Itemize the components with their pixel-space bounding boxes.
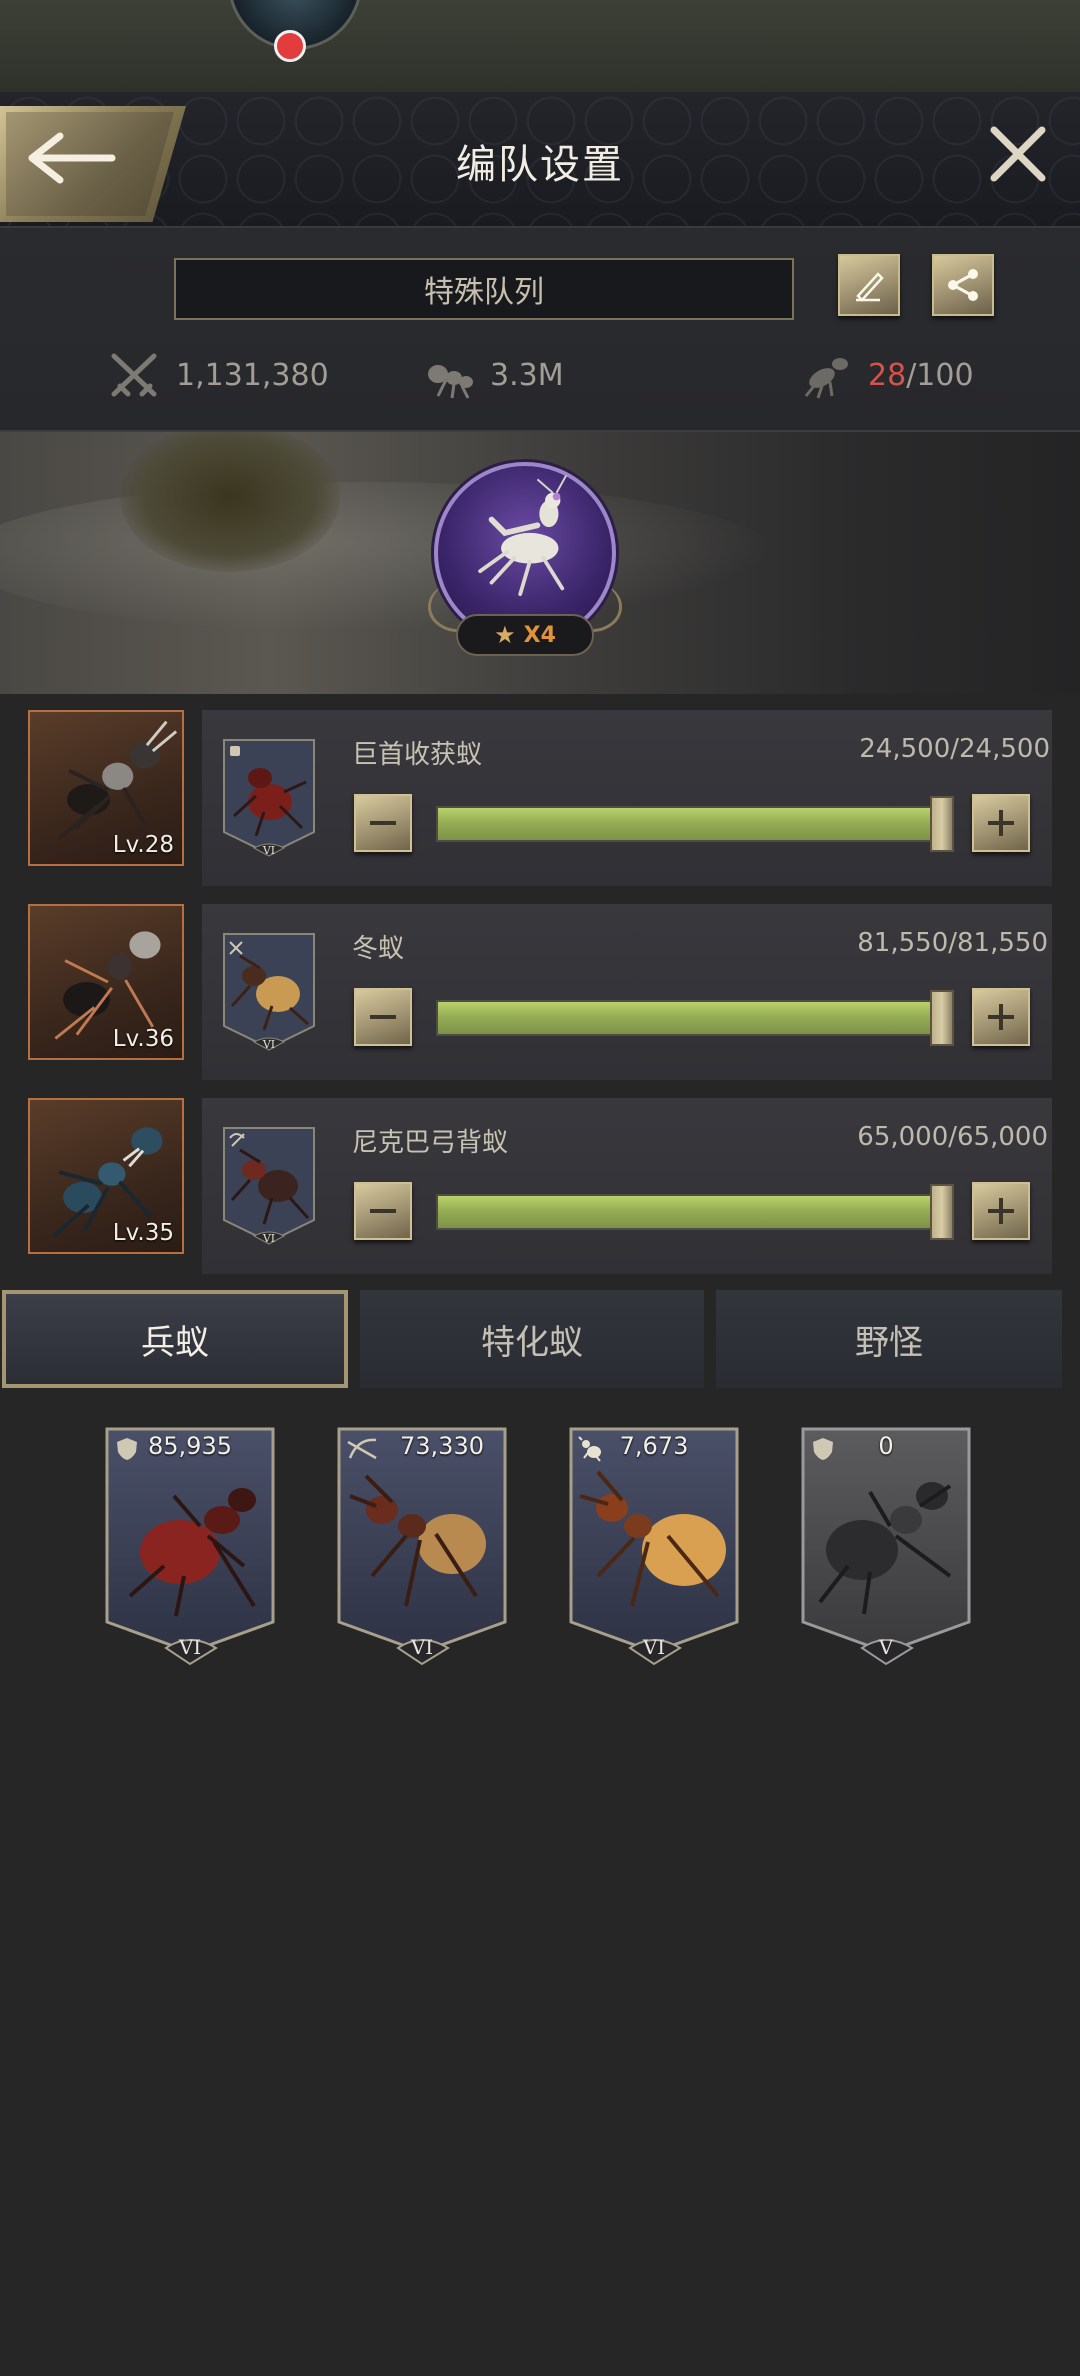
commander-level: Lv.28 xyxy=(112,832,174,858)
tab-label: 野怪 xyxy=(855,1322,923,1363)
capacity-value: 28/100 xyxy=(868,358,974,393)
unit-card[interactable]: VI 73,330 xyxy=(336,1426,508,1666)
plus-icon xyxy=(988,810,1014,836)
queue-name-text: 特殊队列 xyxy=(424,275,544,310)
tab-label: 兵蚁 xyxy=(141,1322,209,1363)
svg-text:VI: VI xyxy=(262,1038,275,1051)
notification-dot xyxy=(274,30,306,62)
share-button[interactable] xyxy=(932,254,994,316)
tab-wild-monsters[interactable]: 野怪 xyxy=(716,1290,1062,1388)
increase-button[interactable] xyxy=(972,1182,1030,1240)
grey-ant-card-icon: V xyxy=(801,1427,971,1666)
increase-button[interactable] xyxy=(972,988,1030,1046)
troop-unit-card: VI xyxy=(223,933,315,1051)
slider-fill xyxy=(438,1002,944,1034)
troop-name: 巨首收获蚁 xyxy=(352,740,483,770)
background-strip xyxy=(0,0,1080,92)
slider-fill xyxy=(438,808,944,840)
svg-text:VI: VI xyxy=(178,1635,201,1659)
troop-slider[interactable] xyxy=(436,1000,946,1036)
share-icon xyxy=(948,269,978,301)
troop-slider[interactable] xyxy=(436,1194,946,1230)
capacity-stat: 28/100 xyxy=(800,350,974,400)
commander-portrait[interactable]: Lv.35 xyxy=(28,1098,184,1254)
minus-icon xyxy=(370,1209,396,1213)
hero-star-count: X4 xyxy=(523,622,556,648)
header-bar: 编队设置 xyxy=(0,92,1080,228)
troop-row: Lv.35 VI 尼克巴弓背蚁 65,000/65,000 xyxy=(0,1098,1080,1274)
unit-count: 7,673 xyxy=(619,1432,689,1460)
close-icon[interactable] xyxy=(986,122,1050,186)
unit-count: 85,935 xyxy=(148,1432,232,1460)
troop-unit-card: VI xyxy=(223,739,315,857)
decrease-button[interactable] xyxy=(354,988,412,1046)
commander-portrait[interactable]: Lv.28 xyxy=(28,710,184,866)
tab-label: 特化蚁 xyxy=(481,1322,583,1363)
tab-soldier-ants[interactable]: 兵蚁 xyxy=(2,1290,348,1388)
troop-row: Lv.36 VI 冬蚁 81,550/81,550 xyxy=(0,904,1080,1080)
troop-count: 24,500/24,500 xyxy=(859,734,1050,764)
ant-load-icon xyxy=(428,365,473,399)
svg-text:V: V xyxy=(878,1635,894,1659)
honey-ant-card-icon: VI xyxy=(569,1427,739,1666)
decrease-button[interactable] xyxy=(354,794,412,852)
hero-star-badge: ★ X4 xyxy=(456,614,594,656)
troop-name: 尼克巴弓背蚁 xyxy=(352,1128,509,1158)
unit-count: 0 xyxy=(878,1432,894,1460)
rename-button[interactable] xyxy=(838,254,900,316)
power-stat: 1,131,380 xyxy=(108,350,329,400)
unit-count: 73,330 xyxy=(400,1432,484,1460)
slider-fill xyxy=(438,1196,944,1228)
power-value: 1,131,380 xyxy=(176,357,329,393)
svg-text:VI: VI xyxy=(410,1635,433,1659)
background-petal xyxy=(0,482,780,632)
troop-row: Lv.28 VI 巨首收获蚁 24,500/24,500 xyxy=(0,710,1080,886)
load-value: 3.3M xyxy=(490,357,564,393)
slider-handle[interactable] xyxy=(930,1184,954,1240)
queue-info-panel: 特殊队列 1,131,380 3.3M 28/100 xyxy=(0,228,1080,432)
slider-handle[interactable] xyxy=(930,990,954,1046)
unit-card[interactable]: VI 85,935 xyxy=(104,1426,276,1666)
tab-special-ants[interactable]: 特化蚁 xyxy=(360,1290,704,1388)
troop-name: 冬蚁 xyxy=(352,934,405,964)
minus-icon xyxy=(370,821,396,825)
page-title: 编队设置 xyxy=(456,142,624,188)
svg-text:VI: VI xyxy=(642,1635,665,1659)
capacity-used: 28 xyxy=(868,357,907,393)
troop-count: 65,000/65,000 xyxy=(857,1122,1048,1152)
increase-button[interactable] xyxy=(972,794,1030,852)
troop-count: 81,550/81,550 xyxy=(857,928,1048,958)
amber-ant-card-icon: VI xyxy=(337,1427,507,1666)
svg-text:VI: VI xyxy=(262,1232,275,1245)
commander-level: Lv.36 xyxy=(112,1026,174,1052)
star-icon: ★ xyxy=(494,621,516,649)
plus-icon xyxy=(988,1198,1014,1224)
commander-portrait[interactable]: Lv.36 xyxy=(28,904,184,1060)
unit-card[interactable]: VI 7,673 xyxy=(568,1426,740,1666)
minus-icon xyxy=(370,1015,396,1019)
troop-slider[interactable] xyxy=(436,806,946,842)
commander-level: Lv.35 xyxy=(112,1220,174,1246)
troop-unit-card: VI xyxy=(223,1127,315,1245)
decrease-button[interactable] xyxy=(354,1182,412,1240)
pen-icon xyxy=(856,272,884,302)
crossed-swords-icon xyxy=(111,353,157,397)
svg-text:VI: VI xyxy=(262,844,275,857)
red-ant-card-icon: VI xyxy=(105,1427,275,1666)
unit-card[interactable]: V 0 xyxy=(800,1426,972,1666)
hero-banner: ★ X4 xyxy=(0,432,1080,694)
plus-icon xyxy=(988,1004,1014,1030)
load-stat: 3.3M xyxy=(422,350,564,400)
troop-capacity-icon xyxy=(804,358,848,399)
slider-handle[interactable] xyxy=(930,796,954,852)
capacity-total: /100 xyxy=(906,357,974,393)
queue-name-field[interactable]: 特殊队列 xyxy=(174,258,794,320)
